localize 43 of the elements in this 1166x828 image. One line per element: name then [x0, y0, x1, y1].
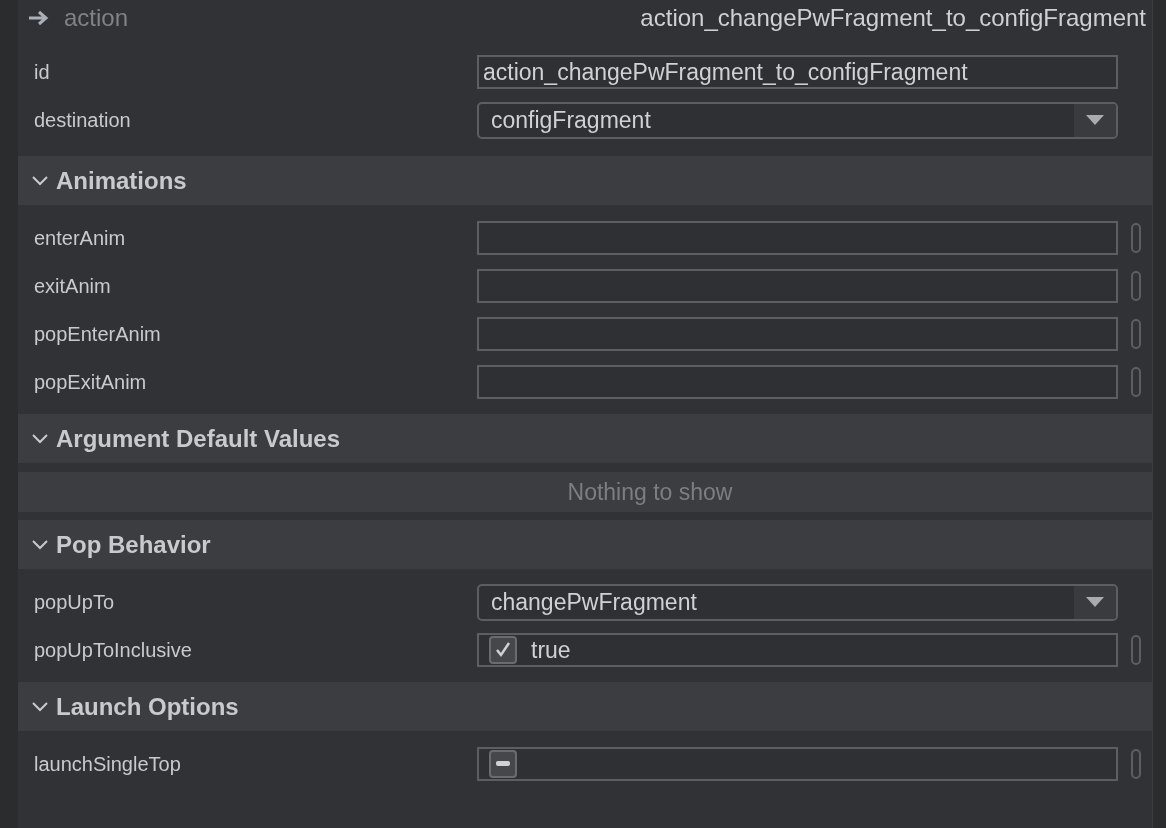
- checkbox[interactable]: [489, 636, 517, 664]
- property-label: enterAnim: [33, 226, 127, 251]
- checkbox-value: true: [531, 635, 571, 665]
- chevron-icon: [32, 175, 48, 186]
- dash-icon: [495, 761, 511, 767]
- section-header[interactable]: Animations: [18, 156, 1152, 205]
- property-label: exitAnim: [33, 274, 112, 299]
- element-name: action_changePwFragment_to_configFragment: [640, 2, 1146, 33]
- resource-picker-button[interactable]: [1131, 367, 1141, 397]
- property-label: launchSingleTop: [33, 752, 182, 777]
- chevron-icon: [32, 539, 48, 550]
- dropdown-caret-icon: [1086, 597, 1104, 607]
- property-label: id: [33, 60, 51, 85]
- text-field[interactable]: [477, 365, 1118, 399]
- resource-picker-button[interactable]: [1131, 223, 1141, 253]
- text-field[interactable]: [477, 221, 1118, 255]
- dropdown[interactable]: configFragment: [477, 101, 1118, 139]
- section-header[interactable]: Argument Default Values: [18, 414, 1152, 463]
- check-icon: [494, 641, 512, 659]
- section-header[interactable]: Launch Options: [18, 682, 1152, 731]
- dropdown-caret-icon: [1086, 115, 1104, 125]
- checkbox[interactable]: [489, 750, 517, 778]
- element-type-label: action: [64, 2, 129, 33]
- property-label: popExitAnim: [33, 370, 148, 395]
- property-label: popEnterAnim: [33, 322, 162, 347]
- chevron-icon: [32, 701, 48, 712]
- property-label: destination: [33, 108, 132, 133]
- resource-picker-button[interactable]: [1131, 271, 1141, 301]
- resource-picker-button[interactable]: [1131, 635, 1141, 665]
- resource-picker-button[interactable]: [1131, 319, 1141, 349]
- text-field[interactable]: [477, 317, 1118, 351]
- property-label: popUpTo: [33, 590, 116, 615]
- arrow-icon: [28, 9, 50, 26]
- checkbox-field[interactable]: [477, 747, 1118, 781]
- text-field[interactable]: action_changePwFragment_to_configFragment: [477, 55, 1118, 89]
- text-field[interactable]: [477, 269, 1118, 303]
- chevron-icon: [32, 433, 48, 444]
- checkbox-field[interactable]: true: [477, 633, 1118, 667]
- dropdown[interactable]: changePwFragment: [477, 583, 1118, 621]
- resource-picker-button[interactable]: [1131, 749, 1141, 779]
- property-label: popUpToInclusive: [33, 638, 193, 663]
- empty-message: Nothing to show: [18, 472, 1152, 512]
- section-header[interactable]: Pop Behavior: [18, 520, 1152, 569]
